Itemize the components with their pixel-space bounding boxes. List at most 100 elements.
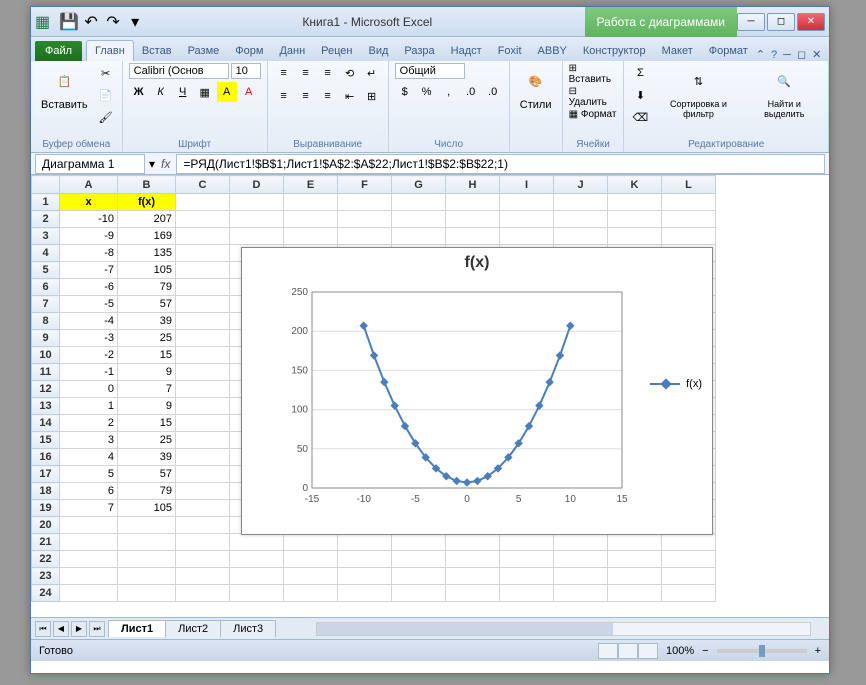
help-icon[interactable]: ? (771, 49, 777, 61)
cell[interactable] (60, 517, 118, 534)
italic-button[interactable]: К (151, 82, 171, 102)
copy-button[interactable]: 📄 (96, 85, 116, 105)
cell[interactable] (176, 585, 230, 602)
cell[interactable] (118, 534, 176, 551)
cell[interactable] (176, 432, 230, 449)
cell[interactable] (338, 585, 392, 602)
horizontal-scrollbar[interactable] (316, 622, 811, 636)
merge-button[interactable]: ⊞ (362, 86, 382, 106)
cell[interactable] (446, 585, 500, 602)
zoom-in-button[interactable]: + (815, 645, 821, 657)
cell[interactable] (662, 534, 716, 551)
cell[interactable] (118, 568, 176, 585)
cell[interactable] (392, 228, 446, 245)
cell-A3[interactable]: -9 (60, 228, 118, 245)
cell-B5[interactable]: 105 (118, 262, 176, 279)
cell[interactable] (176, 347, 230, 364)
close-button[interactable]: ✕ (797, 13, 825, 31)
row-header-22[interactable]: 22 (32, 551, 60, 568)
cell[interactable] (176, 568, 230, 585)
maximize-button[interactable]: ◻ (767, 13, 795, 31)
percent-button[interactable]: % (417, 82, 437, 102)
cell[interactable] (176, 483, 230, 500)
cell[interactable] (230, 194, 284, 211)
cell[interactable] (446, 228, 500, 245)
cell[interactable] (554, 568, 608, 585)
cell-A9[interactable]: -3 (60, 330, 118, 347)
align-bottom-button[interactable]: ≡ (318, 63, 338, 83)
view-pagebreak-button[interactable] (638, 643, 658, 659)
col-header-I[interactable]: I (500, 176, 554, 194)
cell[interactable] (176, 296, 230, 313)
cell[interactable] (176, 534, 230, 551)
cell[interactable] (392, 585, 446, 602)
tab-review[interactable]: Рецен (313, 41, 360, 61)
cell-A16[interactable]: 4 (60, 449, 118, 466)
col-header-K[interactable]: K (608, 176, 662, 194)
cell[interactable] (284, 551, 338, 568)
cell[interactable] (446, 534, 500, 551)
cell[interactable] (554, 228, 608, 245)
cell-A13[interactable]: 1 (60, 398, 118, 415)
cell[interactable] (662, 211, 716, 228)
cell-B6[interactable]: 79 (118, 279, 176, 296)
save-button[interactable]: 💾 (60, 13, 78, 31)
cell-A4[interactable]: -8 (60, 245, 118, 262)
cell[interactable] (608, 551, 662, 568)
cell[interactable] (176, 449, 230, 466)
cell[interactable] (176, 279, 230, 296)
inc-decimal-button[interactable]: .0 (461, 82, 481, 102)
cell[interactable] (60, 585, 118, 602)
cell-B7[interactable]: 57 (118, 296, 176, 313)
tab-chart-layout[interactable]: Макет (654, 41, 701, 61)
view-layout-button[interactable] (618, 643, 638, 659)
row-header-7[interactable]: 7 (32, 296, 60, 313)
cell[interactable] (554, 211, 608, 228)
zoom-level[interactable]: 100% (666, 645, 694, 657)
autosum-button[interactable]: Σ (630, 63, 650, 83)
cell[interactable] (176, 381, 230, 398)
row-header-21[interactable]: 21 (32, 534, 60, 551)
col-header-D[interactable]: D (230, 176, 284, 194)
tab-view[interactable]: Вид (361, 41, 397, 61)
cell-B14[interactable]: 15 (118, 415, 176, 432)
cell[interactable] (60, 568, 118, 585)
cell[interactable] (118, 551, 176, 568)
cell[interactable] (118, 517, 176, 534)
cell-A11[interactable]: -1 (60, 364, 118, 381)
align-center-button[interactable]: ≡ (296, 86, 316, 106)
cell[interactable] (608, 585, 662, 602)
cell-B1[interactable]: f(x) (118, 194, 176, 211)
cut-button[interactable]: ✂ (96, 63, 116, 83)
paste-button[interactable]: 📋 Вставить (37, 63, 92, 113)
cell[interactable] (176, 228, 230, 245)
chart-title[interactable]: f(x) (242, 248, 712, 274)
tab-foxit[interactable]: Foxit (490, 41, 530, 61)
cell-A7[interactable]: -5 (60, 296, 118, 313)
col-header-C[interactable]: C (176, 176, 230, 194)
row-header-11[interactable]: 11 (32, 364, 60, 381)
cell[interactable] (60, 534, 118, 551)
col-header-J[interactable]: J (554, 176, 608, 194)
fill-color-button[interactable]: A (217, 82, 237, 102)
cell[interactable] (392, 211, 446, 228)
cell[interactable] (392, 194, 446, 211)
cell[interactable] (338, 551, 392, 568)
col-header-B[interactable]: B (118, 176, 176, 194)
indent-dec-button[interactable]: ⇤ (340, 86, 360, 106)
cell[interactable] (392, 551, 446, 568)
tab-layout[interactable]: Разме (180, 41, 228, 61)
workbook-minimize-icon[interactable]: ─ (783, 49, 791, 61)
cell-A6[interactable]: -6 (60, 279, 118, 296)
row-header-20[interactable]: 20 (32, 517, 60, 534)
cell-A10[interactable]: -2 (60, 347, 118, 364)
tab-formulas[interactable]: Форм (227, 41, 271, 61)
cell[interactable] (176, 415, 230, 432)
cell-B12[interactable]: 7 (118, 381, 176, 398)
cell-B9[interactable]: 25 (118, 330, 176, 347)
col-header-A[interactable]: A (60, 176, 118, 194)
cell-B8[interactable]: 39 (118, 313, 176, 330)
insert-cells-button[interactable]: ⊞ Вставить (569, 63, 618, 85)
row-header-3[interactable]: 3 (32, 228, 60, 245)
tab-nav-prev[interactable]: ◀ (53, 621, 69, 637)
